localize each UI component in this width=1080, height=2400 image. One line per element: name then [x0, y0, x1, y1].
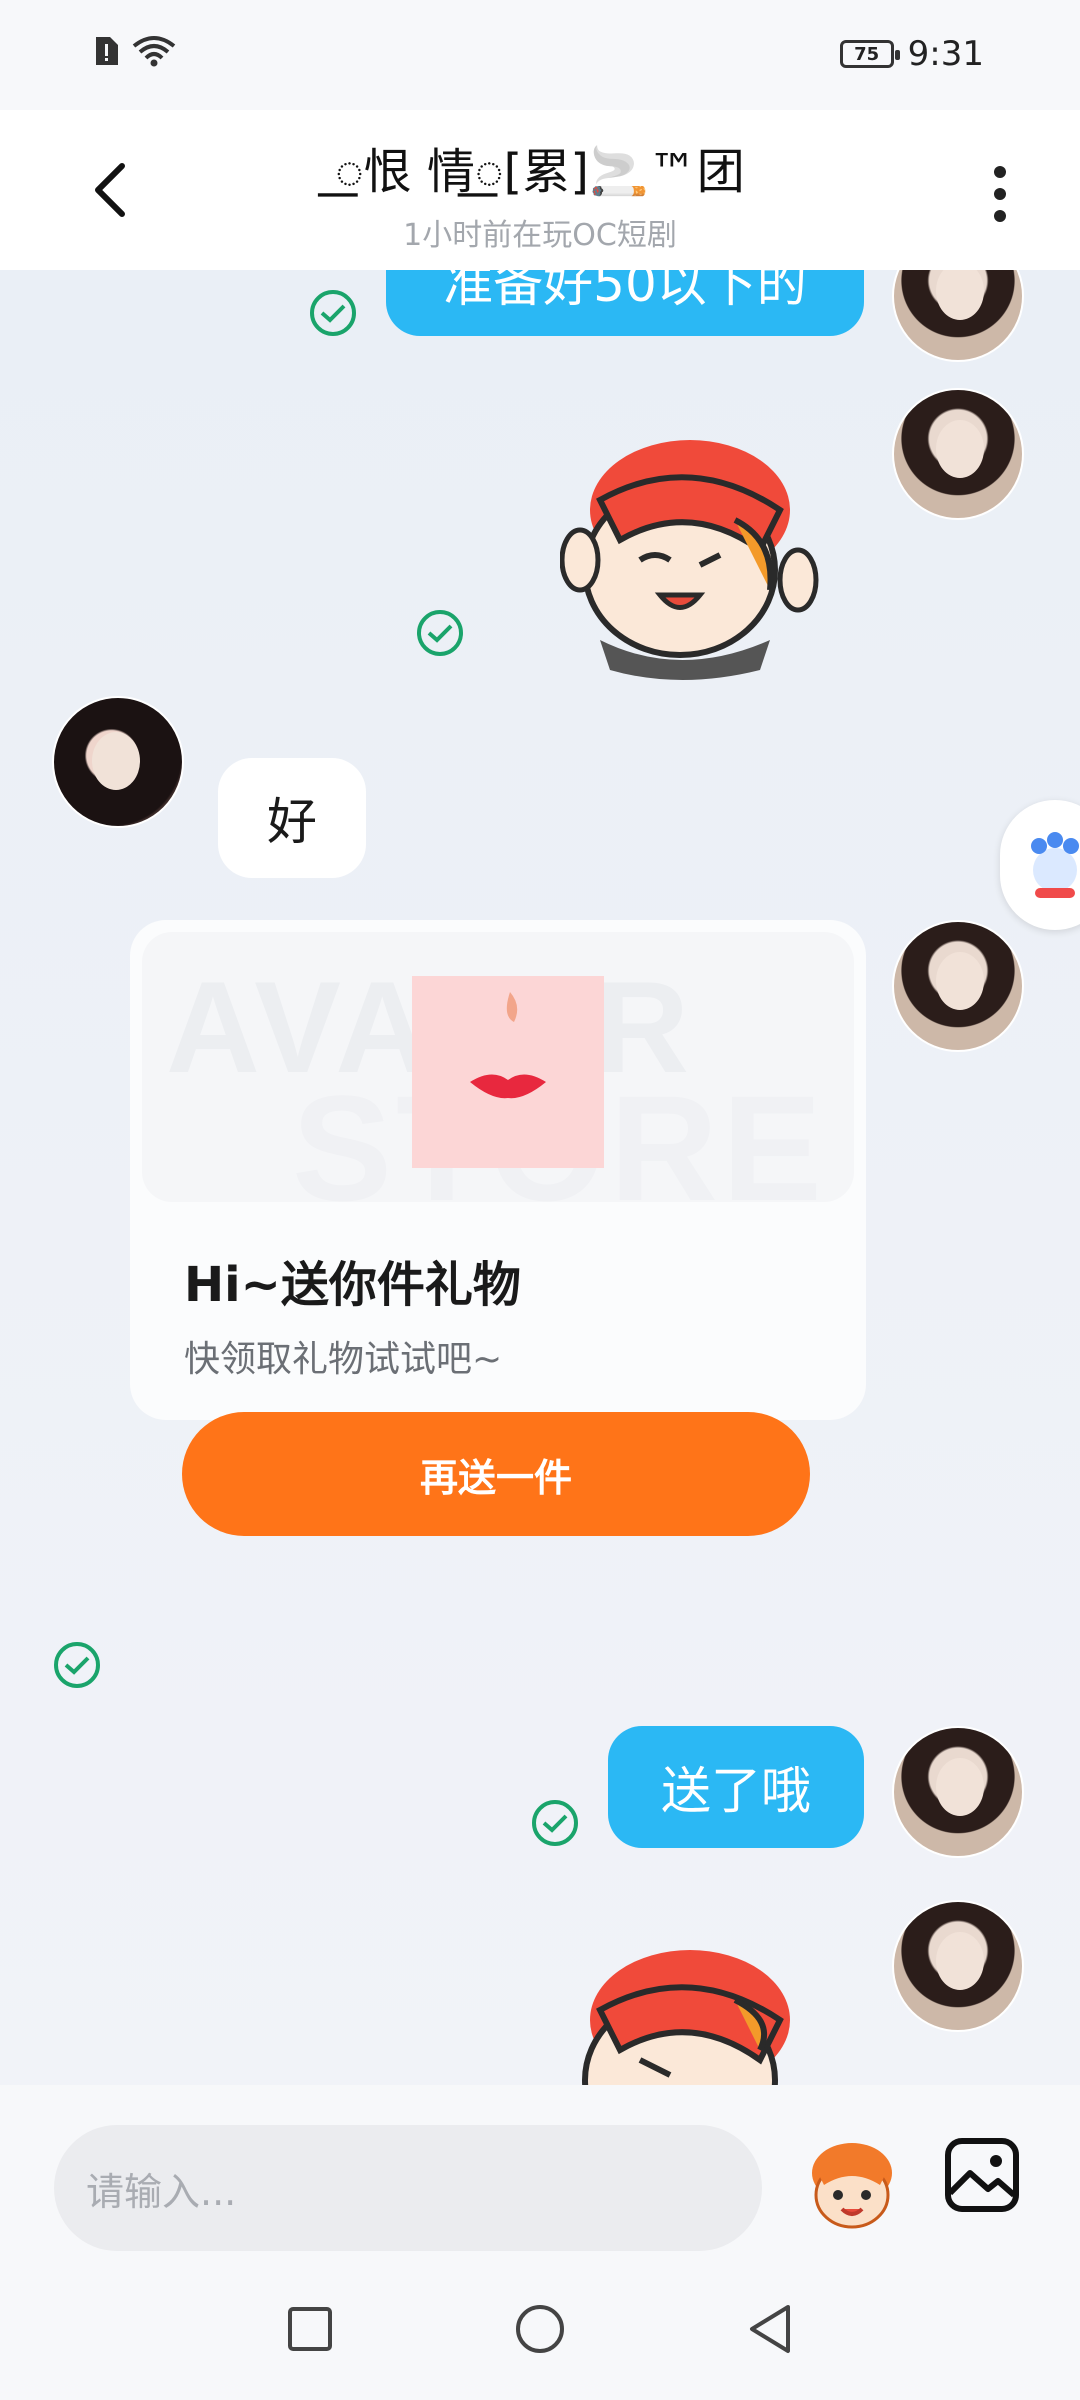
square-nav-icon	[288, 2307, 332, 2351]
avatar-face	[936, 1932, 984, 1990]
message-bubble-sent[interactable]: 送了哦	[608, 1726, 864, 1848]
avatar-contact[interactable]	[52, 696, 184, 828]
message-bubble-received[interactable]: 好	[218, 758, 366, 878]
system-nav-bar	[0, 2265, 1080, 2400]
message-list[interactable]: 准备好50以下的 好 AVATAR STO	[0, 270, 1080, 2085]
status-icons-right: 75 9:31	[839, 34, 984, 74]
image-gallery-icon[interactable]	[944, 2137, 1020, 2213]
status-icons-left	[92, 34, 176, 68]
triangle-nav-icon	[750, 2305, 790, 2353]
home-button[interactable]	[512, 2301, 568, 2357]
avatar-face	[936, 952, 984, 1010]
send-another-gift-button[interactable]: 再送一件	[182, 1412, 810, 1536]
back-nav-button[interactable]	[742, 2301, 798, 2357]
circle-nav-icon	[516, 2305, 564, 2353]
gift-description: 快领取礼物试试吧~	[184, 1339, 503, 1380]
message-bubble-sent[interactable]: 准备好50以下的	[386, 270, 864, 336]
more-dot	[994, 210, 1006, 222]
read-check-icon	[417, 610, 463, 656]
avatar-face	[92, 732, 140, 790]
avatar-self[interactable]	[892, 1726, 1024, 1858]
gift-item-image	[412, 976, 604, 1168]
chat-title-block[interactable]: ꯭恨 情꯭[累]🚬™团 1小时前在玩OC短剧	[200, 132, 880, 254]
avatar-self[interactable]	[892, 388, 1024, 520]
gift-title: Hi~送你件礼物	[184, 1257, 521, 1313]
sticker-emoji-icon[interactable]	[800, 2133, 904, 2237]
avatar-self[interactable]	[892, 920, 1024, 1052]
message-text: 准备好50以下的	[443, 270, 807, 313]
status-bar: 75 9:31	[0, 0, 1080, 110]
read-check-icon	[54, 1642, 100, 1688]
more-vertical-icon	[994, 166, 1006, 178]
battery-level: 75	[854, 43, 880, 65]
input-placeholder: 请输入...	[86, 2169, 237, 2214]
wifi-icon	[132, 36, 176, 67]
sticker-message[interactable]	[560, 1940, 820, 2085]
avatar-self[interactable]	[892, 270, 1024, 362]
avatar-face	[936, 1758, 984, 1816]
message-text: 好	[267, 793, 317, 851]
floating-assistant-button[interactable]	[1000, 800, 1080, 930]
message-text: 送了哦	[661, 1762, 811, 1820]
more-dot	[994, 188, 1006, 200]
recent-apps-button[interactable]	[282, 2301, 338, 2357]
back-button[interactable]	[80, 150, 140, 230]
avatar-self[interactable]	[892, 1900, 1024, 2032]
composer-bar: 请输入...	[0, 2085, 1080, 2265]
read-check-icon	[310, 290, 356, 336]
sticker-message[interactable]	[560, 430, 820, 680]
paw-icon	[1031, 832, 1079, 898]
contact-status: 1小时前在玩OC短剧	[403, 218, 677, 253]
sim-alert-icon	[96, 37, 118, 65]
chat-header: ꯭恨 情꯭[累]🚬™团 1小时前在玩OC短剧	[0, 110, 1080, 270]
back-arrow-icon	[95, 163, 125, 217]
avatar-face	[936, 420, 984, 478]
message-input[interactable]: 请输入...	[54, 2125, 762, 2251]
gift-banner: AVATAR STORE	[142, 932, 854, 1202]
clock: 9:31	[907, 34, 984, 74]
gift-card[interactable]: AVATAR STORE Hi~送你件礼物 快领取礼物试试吧~ 再送一件	[130, 920, 866, 1536]
battery-icon: 75	[839, 40, 900, 68]
read-check-icon	[532, 1800, 578, 1846]
contact-name: ꯭恨 情꯭[累]🚬™团	[335, 144, 745, 200]
more-options-button[interactable]	[970, 154, 1030, 234]
avatar-face	[936, 270, 984, 320]
